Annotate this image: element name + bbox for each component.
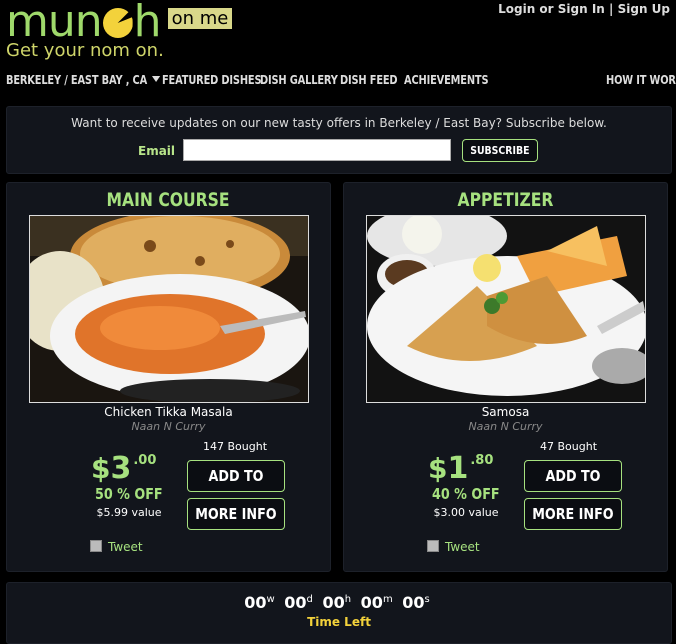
original-value: $3.00 value <box>433 506 499 519</box>
nav-dish-feed[interactable]: DISH FEED <box>340 73 398 87</box>
location-label: BERKELEY / EAST BAY , CA <box>6 73 148 87</box>
logo-badge: on me <box>167 8 233 29</box>
site-logo[interactable]: mun h on me <box>6 0 233 47</box>
nav-dish-gallery[interactable]: DISH GALLERY <box>260 73 338 87</box>
dish-photo-samosa[interactable] <box>366 215 646 403</box>
tweet-icon <box>90 540 102 552</box>
subscribe-button[interactable]: SUBSCRIBE <box>462 139 538 162</box>
dish-name[interactable]: Samosa <box>344 405 667 419</box>
time-left-label: Time Left <box>307 615 371 629</box>
bought-count: 47 Bought <box>540 440 598 453</box>
add-to-cart-button[interactable]: ADD TO CART <box>187 460 285 515</box>
more-info-button[interactable]: MORE INFO <box>524 498 622 530</box>
link-separator: | <box>609 2 614 16</box>
countdown-timer: 00w 00d 00h 00m 00s <box>244 593 430 612</box>
dish-name[interactable]: Chicken Tikka Masala <box>7 405 330 419</box>
account-links: Login or Sign In | Sign Up <box>498 2 670 16</box>
email-field[interactable] <box>183 139 451 161</box>
restaurant-name[interactable]: Naan N Curry <box>344 420 667 433</box>
signup-link[interactable]: Sign Up <box>618 2 670 16</box>
nav-featured-dishes[interactable]: FEATURED DISHES <box>162 73 262 87</box>
chevron-down-icon <box>151 76 161 82</box>
deal-card-main-course: MAIN COURSE Chicken Tikka Masala Naan N … <box>6 182 331 572</box>
restaurant-name[interactable]: Naan N Curry <box>7 420 330 433</box>
deal-price: $1.80 <box>428 451 494 486</box>
countdown-panel: 00w 00d 00h 00m 00s Time Left <box>6 582 672 644</box>
subscribe-panel: Want to receive updates on our new tasty… <box>6 106 672 174</box>
pacman-logo-icon <box>102 8 133 38</box>
add-to-cart-button[interactable]: ADD TO CART <box>524 460 622 515</box>
tweet-icon <box>427 540 439 552</box>
bought-count: 147 Bought <box>203 440 268 453</box>
discount-label: 40 % OFF <box>432 485 500 503</box>
deal-price: $3.00 <box>91 451 157 486</box>
location-selector[interactable]: BERKELEY / EAST BAY , CA <box>6 73 161 87</box>
tweet-button[interactable]: Tweet <box>90 540 143 554</box>
tweet-button[interactable]: Tweet <box>427 540 480 554</box>
login-link[interactable]: Login or Sign In <box>498 2 605 16</box>
nav-how-it-works[interactable]: HOW IT WORKS <box>606 73 676 87</box>
discount-label: 50 % OFF <box>95 485 163 503</box>
logo-wordmark: mun h <box>6 0 162 47</box>
deal-card-appetizer: APPETIZER Samosa Naan N Curry 47 Bought … <box>343 182 668 572</box>
subscribe-message: Want to receive updates on our new tasty… <box>71 116 607 130</box>
nav-achievements[interactable]: ACHIEVEMENTS <box>404 73 489 87</box>
tagline: Get your nom on. <box>6 40 164 61</box>
main-nav: BERKELEY / EAST BAY , CA FEATURED DISHES… <box>0 70 676 92</box>
more-info-button[interactable]: MORE INFO <box>187 498 285 530</box>
original-value: $5.99 value <box>96 506 162 519</box>
email-label: Email <box>138 144 176 158</box>
deal-category: APPETIZER <box>457 189 554 211</box>
deal-category: MAIN COURSE <box>106 189 230 211</box>
dish-photo-tikka-masala[interactable] <box>29 215 309 403</box>
